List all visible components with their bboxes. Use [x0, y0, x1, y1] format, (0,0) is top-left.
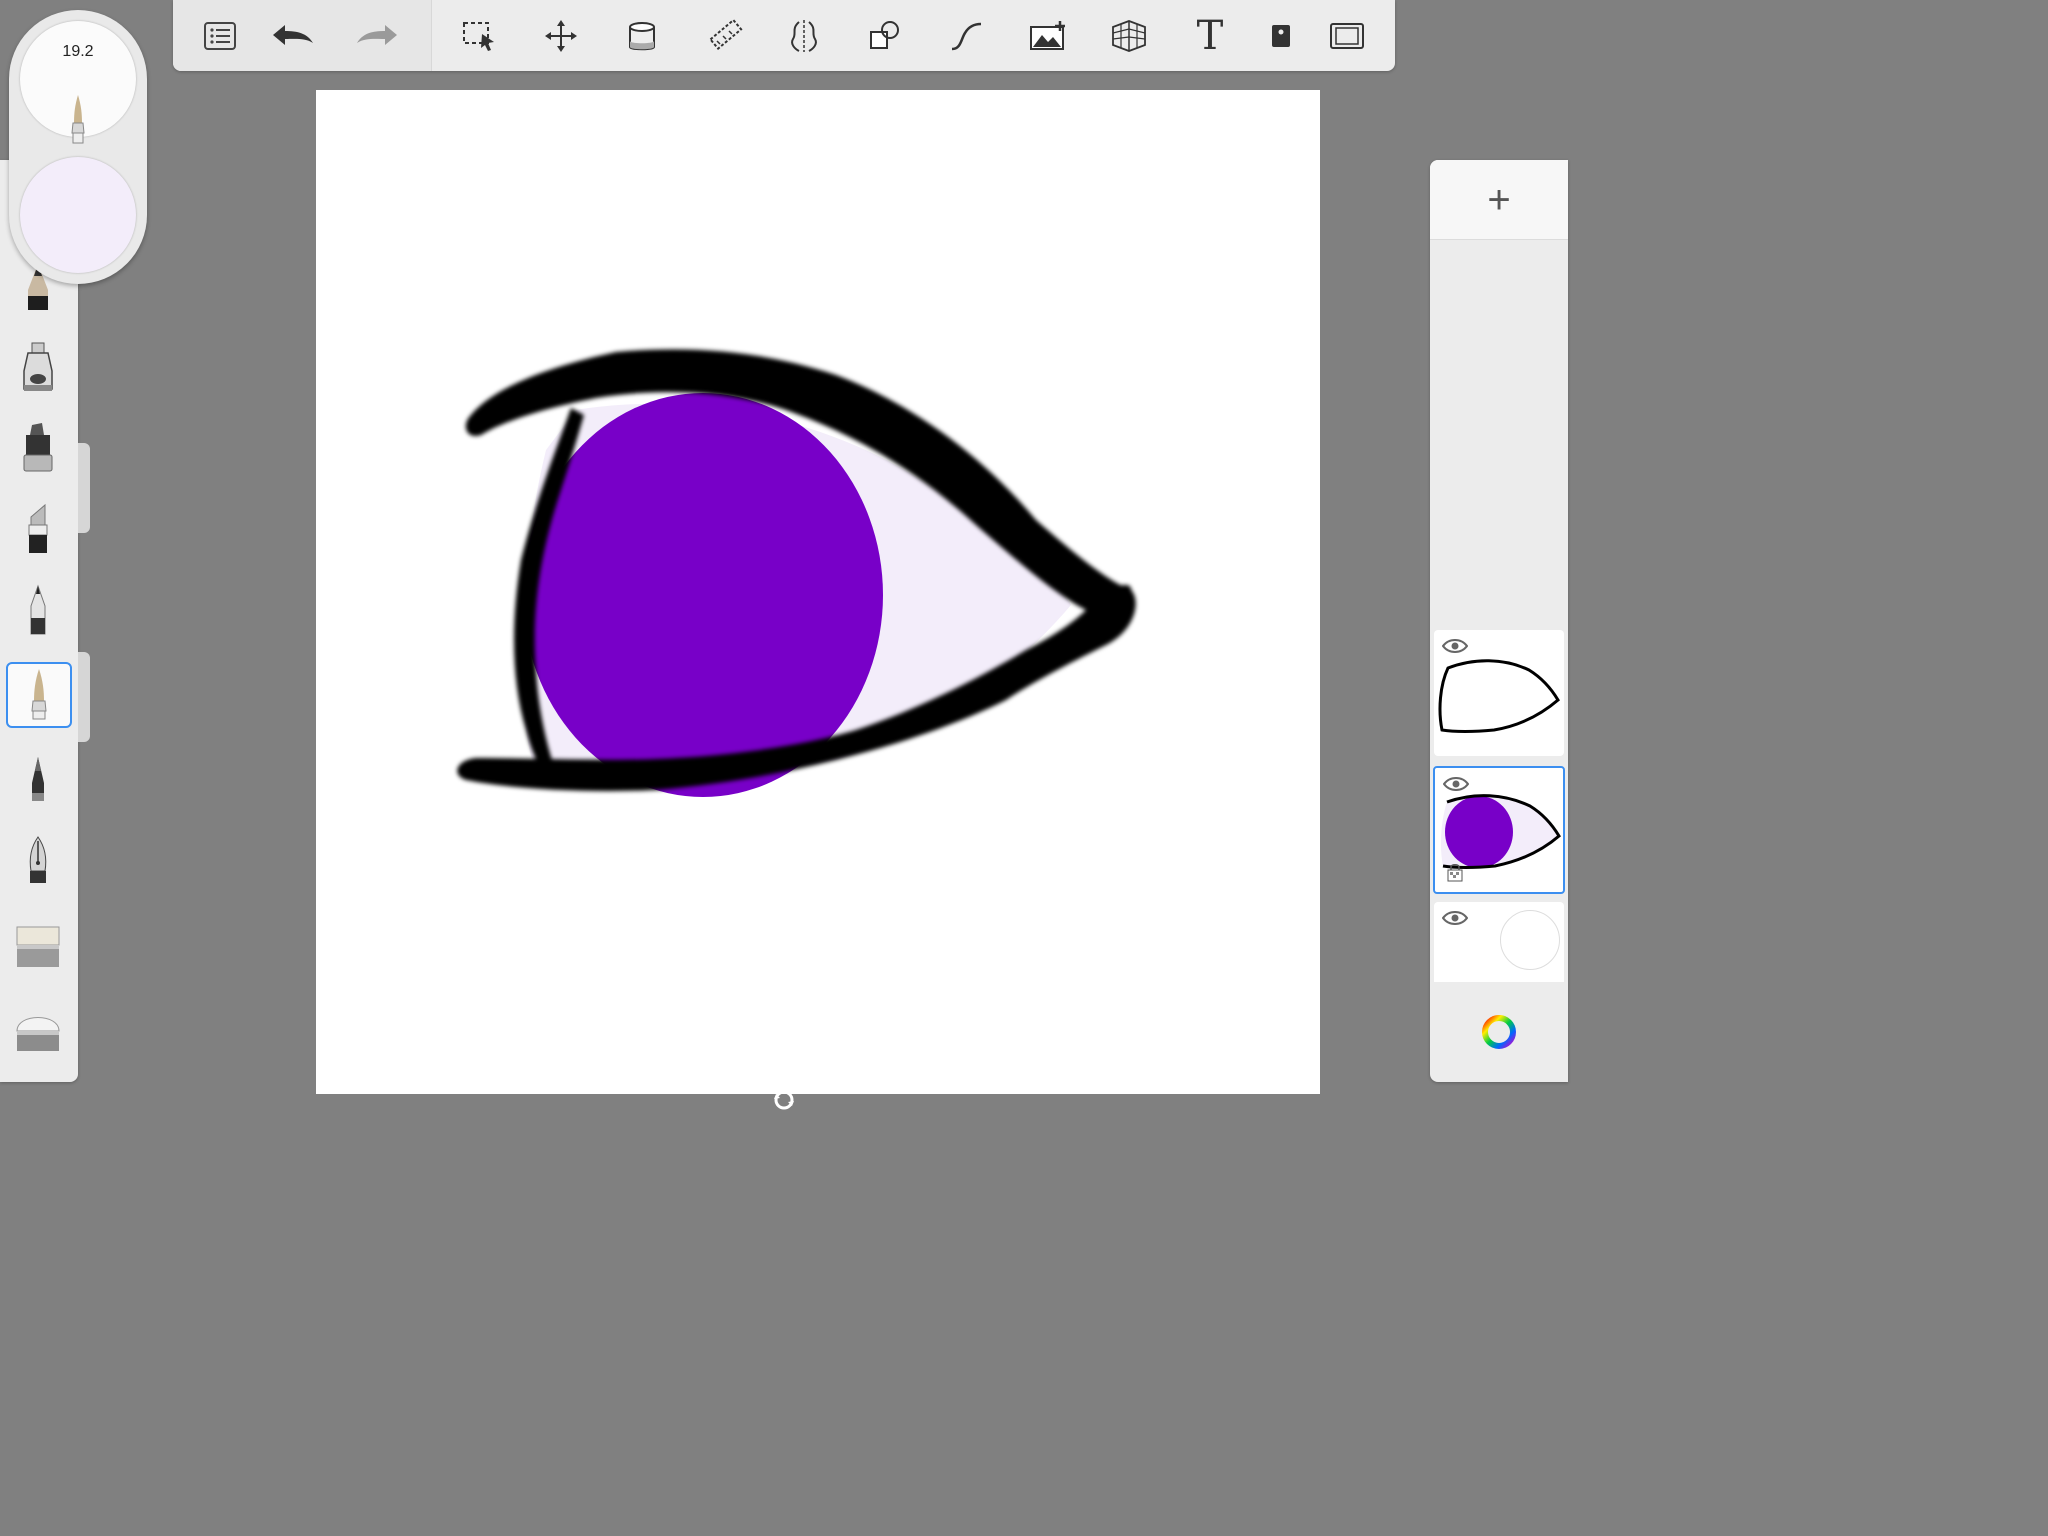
- add-image-button[interactable]: [1026, 14, 1070, 58]
- perspective-grid-icon: [1112, 20, 1146, 52]
- selection-button[interactable]: [458, 14, 502, 58]
- brush-chisel-marker[interactable]: [6, 498, 70, 562]
- paint-brush-icon: [31, 669, 47, 720]
- drawing-canvas[interactable]: [316, 90, 1320, 1094]
- brush-fountain-pen[interactable]: [6, 830, 70, 894]
- marker-icon: [23, 423, 53, 472]
- add-layer-button[interactable]: +: [1430, 160, 1568, 240]
- soft-eraser-icon: [16, 1017, 60, 1051]
- plus-icon: +: [1487, 177, 1511, 222]
- canvas-rotate-handle[interactable]: [772, 1088, 796, 1112]
- toolbar-divider: [431, 0, 432, 71]
- curve-icon: [951, 22, 982, 51]
- list-icon: [204, 22, 236, 50]
- fountain-pen-icon: [29, 836, 47, 883]
- top-toolbar: T: [173, 0, 1395, 71]
- background-color-swatch[interactable]: [1500, 910, 1560, 970]
- add-image-icon: [1030, 21, 1065, 50]
- eye-icon[interactable]: [1442, 910, 1468, 926]
- color-puck[interactable]: [20, 157, 136, 273]
- perspective-button[interactable]: [1107, 14, 1151, 58]
- paint-bucket-icon: [629, 22, 655, 51]
- chisel-marker-icon: [28, 503, 48, 553]
- layer-background[interactable]: [1434, 902, 1564, 982]
- brush-size-puck[interactable]: 19.2: [20, 21, 136, 144]
- brush-hard-eraser[interactable]: [6, 914, 70, 978]
- move-icon: [545, 20, 577, 52]
- ruler-button[interactable]: [703, 14, 747, 58]
- brush-size-slider-handle[interactable]: [78, 652, 90, 742]
- eye-icon[interactable]: [1443, 776, 1469, 792]
- airbrush-icon: [23, 342, 53, 391]
- color-wheel-icon: [1482, 1015, 1516, 1049]
- shapes-button[interactable]: [863, 14, 907, 58]
- text-button[interactable]: T: [1188, 14, 1232, 58]
- ballpoint-pen-icon: [30, 584, 46, 635]
- eye-icon[interactable]: [1442, 638, 1468, 654]
- fill-button[interactable]: [620, 14, 664, 58]
- brush-ink-pen[interactable]: [6, 748, 70, 812]
- brush-marker[interactable]: [6, 416, 70, 480]
- menu-button[interactable]: [198, 14, 242, 58]
- brush-size-value: 19.2: [62, 43, 94, 60]
- fullscreen-button[interactable]: [1325, 14, 1369, 58]
- brush-palette: [0, 160, 78, 1082]
- ink-pen-icon: [32, 757, 44, 801]
- brush-palette-scroll-handle[interactable]: [78, 443, 90, 533]
- brush-paint-brush[interactable]: [6, 662, 72, 728]
- eye-drawing: [457, 349, 1136, 797]
- shapes-icon: [870, 21, 899, 49]
- symmetry-button[interactable]: [782, 14, 826, 58]
- hard-eraser-icon: [16, 926, 60, 967]
- transform-button[interactable]: [539, 14, 583, 58]
- paint-brush-preview-icon: [71, 95, 85, 144]
- symmetry-icon: [791, 20, 817, 52]
- fullscreen-icon: [1330, 23, 1364, 49]
- curve-button[interactable]: [944, 14, 988, 58]
- redo-icon: [357, 25, 397, 45]
- brush-puck: 19.2: [9, 10, 147, 284]
- iris-fill: [523, 393, 883, 797]
- brush-ballpoint-pen[interactable]: [6, 580, 70, 644]
- color-sample-button[interactable]: [1259, 14, 1303, 58]
- redo-button[interactable]: [355, 14, 399, 58]
- layers-panel: +: [1430, 160, 1568, 1082]
- ruler-icon: [709, 19, 743, 51]
- lock-transparency-icon: [1447, 864, 1463, 882]
- layer-color[interactable]: [1433, 766, 1565, 894]
- brush-soft-eraser[interactable]: [6, 1000, 70, 1064]
- selection-icon: [463, 22, 494, 51]
- text-icon: T: [1196, 13, 1224, 59]
- color-sample-icon: [1272, 25, 1290, 47]
- layer-outline[interactable]: [1434, 630, 1564, 756]
- undo-button[interactable]: [271, 14, 315, 58]
- brush-airbrush[interactable]: [6, 336, 70, 400]
- color-editor-button[interactable]: [1430, 982, 1568, 1082]
- undo-icon: [273, 25, 313, 45]
